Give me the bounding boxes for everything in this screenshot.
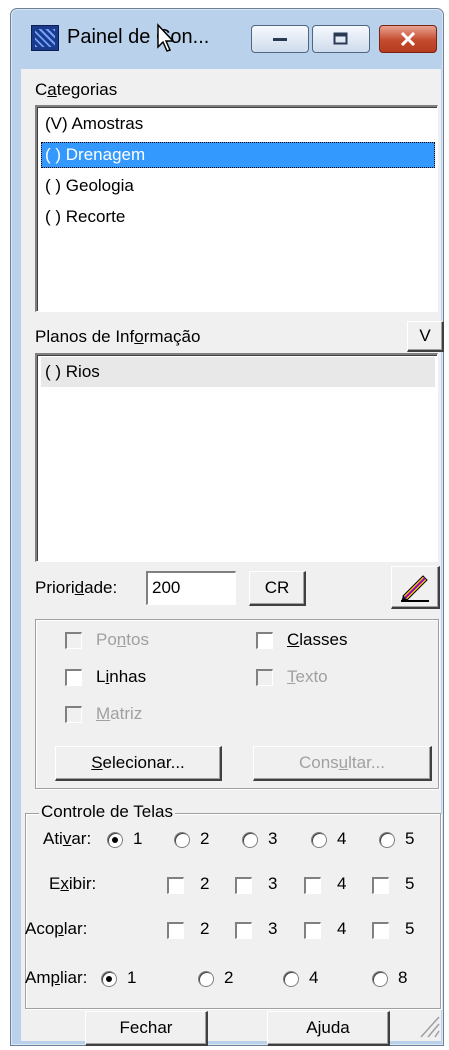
exibir-checkbox-4[interactable] (304, 877, 321, 894)
ativar-radio-3[interactable] (242, 832, 258, 848)
app-grid-icon (31, 25, 59, 51)
close-icon (400, 32, 416, 46)
ampliar-radio-1[interactable] (101, 971, 117, 987)
exibir-checkbox-5[interactable] (372, 877, 389, 894)
resize-grip-icon[interactable] (417, 1013, 441, 1039)
list-item-selected[interactable]: ( ) Drenagem (41, 142, 435, 168)
ativar-option-label: 1 (133, 829, 143, 848)
ampliar-option-label: 4 (309, 968, 319, 987)
ativar-option-label: 4 (337, 829, 347, 848)
exibir-checkbox-3[interactable] (235, 877, 252, 894)
ampliar-radio-8[interactable] (372, 971, 388, 987)
ampliar-option-label: 2 (224, 968, 234, 987)
selecionar-button[interactable]: Selecionar... (55, 746, 222, 781)
list-item[interactable]: ( ) Geologia (41, 173, 138, 199)
close-button[interactable] (379, 25, 437, 53)
ajuda-button[interactable]: Ajuda (267, 1011, 390, 1046)
exibir-option-label: 4 (337, 874, 347, 893)
prioridade-input[interactable]: 200 (146, 571, 236, 605)
texto-label: Texto (287, 667, 328, 686)
planos-label: Planos de Informação (35, 327, 201, 346)
window-title: Painel de Con... (67, 26, 210, 48)
exibir-checkbox-2[interactable] (167, 877, 184, 894)
classes-checkbox[interactable] (256, 632, 273, 649)
ativar-radio-5[interactable] (379, 832, 395, 848)
exibir-option-label: 3 (268, 874, 278, 893)
pencil-color-icon (401, 575, 429, 602)
matriz-checkbox[interactable] (65, 706, 82, 723)
maximize-icon (333, 32, 348, 45)
acoplar-option-label: 5 (405, 919, 415, 938)
panel-client-area: Categorias (V) Amostras ( ) Drenagem ( )… (21, 69, 444, 1046)
list-item[interactable]: (V) Amostras (41, 111, 147, 137)
ativar-radio-2[interactable] (174, 832, 190, 848)
ativar-option-label: 2 (200, 829, 210, 848)
pontos-label: Pontos (96, 630, 149, 649)
categorias-list[interactable]: (V) Amostras ( ) Drenagem ( ) Geologia (… (35, 105, 438, 312)
pontos-checkbox[interactable] (65, 632, 82, 649)
ampliar-option-label: 1 (127, 968, 137, 987)
acoplar-option-label: 2 (200, 919, 210, 938)
list-item[interactable]: ( ) Rios (41, 357, 435, 387)
cr-button[interactable]: CR (249, 571, 306, 606)
acoplar-option-label: 3 (268, 919, 278, 938)
acoplar-checkbox-5[interactable] (372, 922, 389, 939)
ampliar-option-label: 8 (398, 968, 408, 987)
color-pick-button[interactable] (391, 566, 440, 609)
ampliar-radio-4[interactable] (283, 971, 299, 987)
texto-checkbox[interactable] (256, 669, 273, 686)
matriz-label: Matriz (96, 704, 143, 723)
minimize-button[interactable] (251, 25, 309, 53)
ampliar-label: Ampliar: (25, 968, 88, 987)
exibir-option-label: 5 (405, 874, 415, 893)
acoplar-checkbox-4[interactable] (304, 922, 321, 939)
fechar-button[interactable]: Fechar (85, 1011, 208, 1046)
linhas-label: Linhas (96, 667, 147, 686)
ativar-option-label: 5 (405, 829, 415, 848)
consultar-button[interactable]: Consultar... (253, 746, 432, 781)
controle-de-telas-legend: Controle de Telas (39, 802, 175, 822)
title-bar[interactable]: Painel de Con... (11, 9, 443, 69)
acoplar-checkbox-2[interactable] (167, 922, 184, 939)
ativar-radio-4[interactable] (311, 832, 327, 848)
ativar-radio-1[interactable] (107, 832, 123, 848)
planos-list[interactable]: ( ) Rios (35, 353, 438, 562)
acoplar-checkbox-3[interactable] (235, 922, 252, 939)
painel-controle-window: Painel de Con... Categorias (V) Amostras… (10, 8, 444, 1046)
classes-label: Classes (287, 630, 348, 649)
ativar-label: Ativar: (43, 829, 92, 848)
categorias-label: Categorias (35, 80, 118, 99)
exibir-label: Exibir: (49, 874, 97, 893)
list-item[interactable]: ( ) Recorte (41, 204, 129, 230)
acoplar-option-label: 4 (337, 919, 347, 938)
maximize-button[interactable] (312, 25, 370, 53)
acoplar-label: Acoplar: (25, 919, 88, 938)
linhas-checkbox[interactable] (65, 669, 82, 686)
ativar-option-label: 3 (268, 829, 278, 848)
exibir-option-label: 2 (200, 874, 210, 893)
mouse-cursor-icon (157, 23, 175, 52)
prioridade-label: Prioridade: (35, 578, 118, 597)
ampliar-radio-2[interactable] (198, 971, 214, 987)
planos-v-button[interactable]: V (407, 321, 444, 352)
minimize-icon (273, 38, 287, 41)
